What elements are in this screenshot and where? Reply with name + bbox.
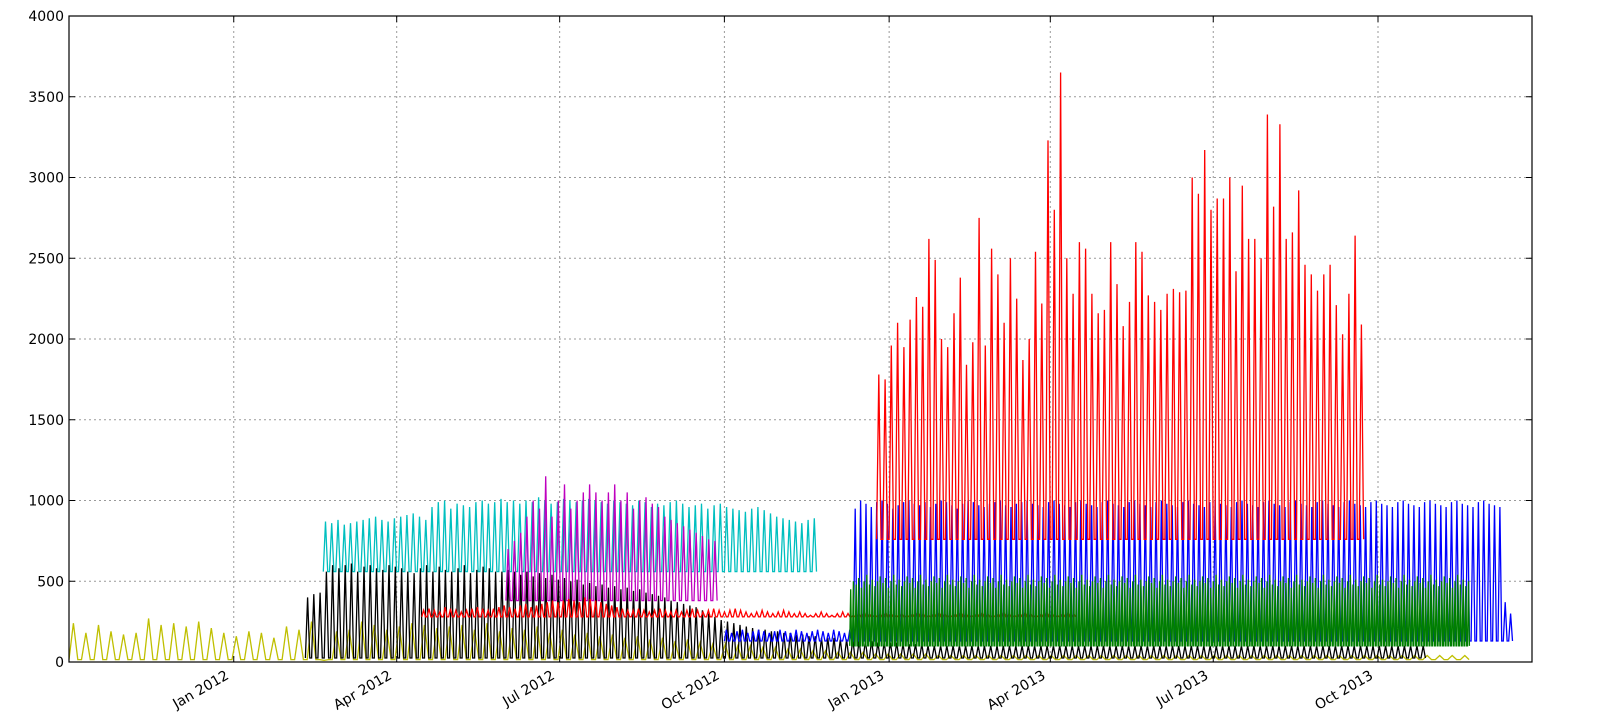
x-tick-label: Jan 2013 [825, 668, 887, 713]
plot-series [68, 72, 1514, 662]
y-tick-label: 0 [55, 655, 64, 671]
y-tick-label: 2500 [28, 251, 64, 267]
x-tick-label: Jul 2013 [1153, 668, 1211, 711]
x-tick-label: Oct 2013 [1312, 668, 1376, 714]
x-tick-label: Oct 2012 [659, 668, 723, 714]
y-tick-label: 3000 [28, 171, 64, 187]
y-tick-label: 500 [37, 574, 64, 590]
line-chart: 0 500 1000 1500 2000 2500 3000 3500 4000 Jan 201… [28, 9, 1533, 714]
y-tick-label: 2000 [28, 332, 64, 348]
series-line-8 [875, 72, 1365, 540]
x-tick-label: Apr 2012 [331, 668, 395, 714]
y-tick-label: 3500 [28, 90, 64, 106]
y-tick-label: 1500 [28, 413, 64, 429]
y-tick-label: 4000 [28, 9, 64, 25]
x-tick-label: Jan 2012 [169, 668, 231, 713]
x-tick-label: Apr 2013 [985, 668, 1049, 714]
y-tick-label: 1000 [28, 494, 64, 510]
x-tick-label: Jul 2012 [499, 668, 557, 711]
